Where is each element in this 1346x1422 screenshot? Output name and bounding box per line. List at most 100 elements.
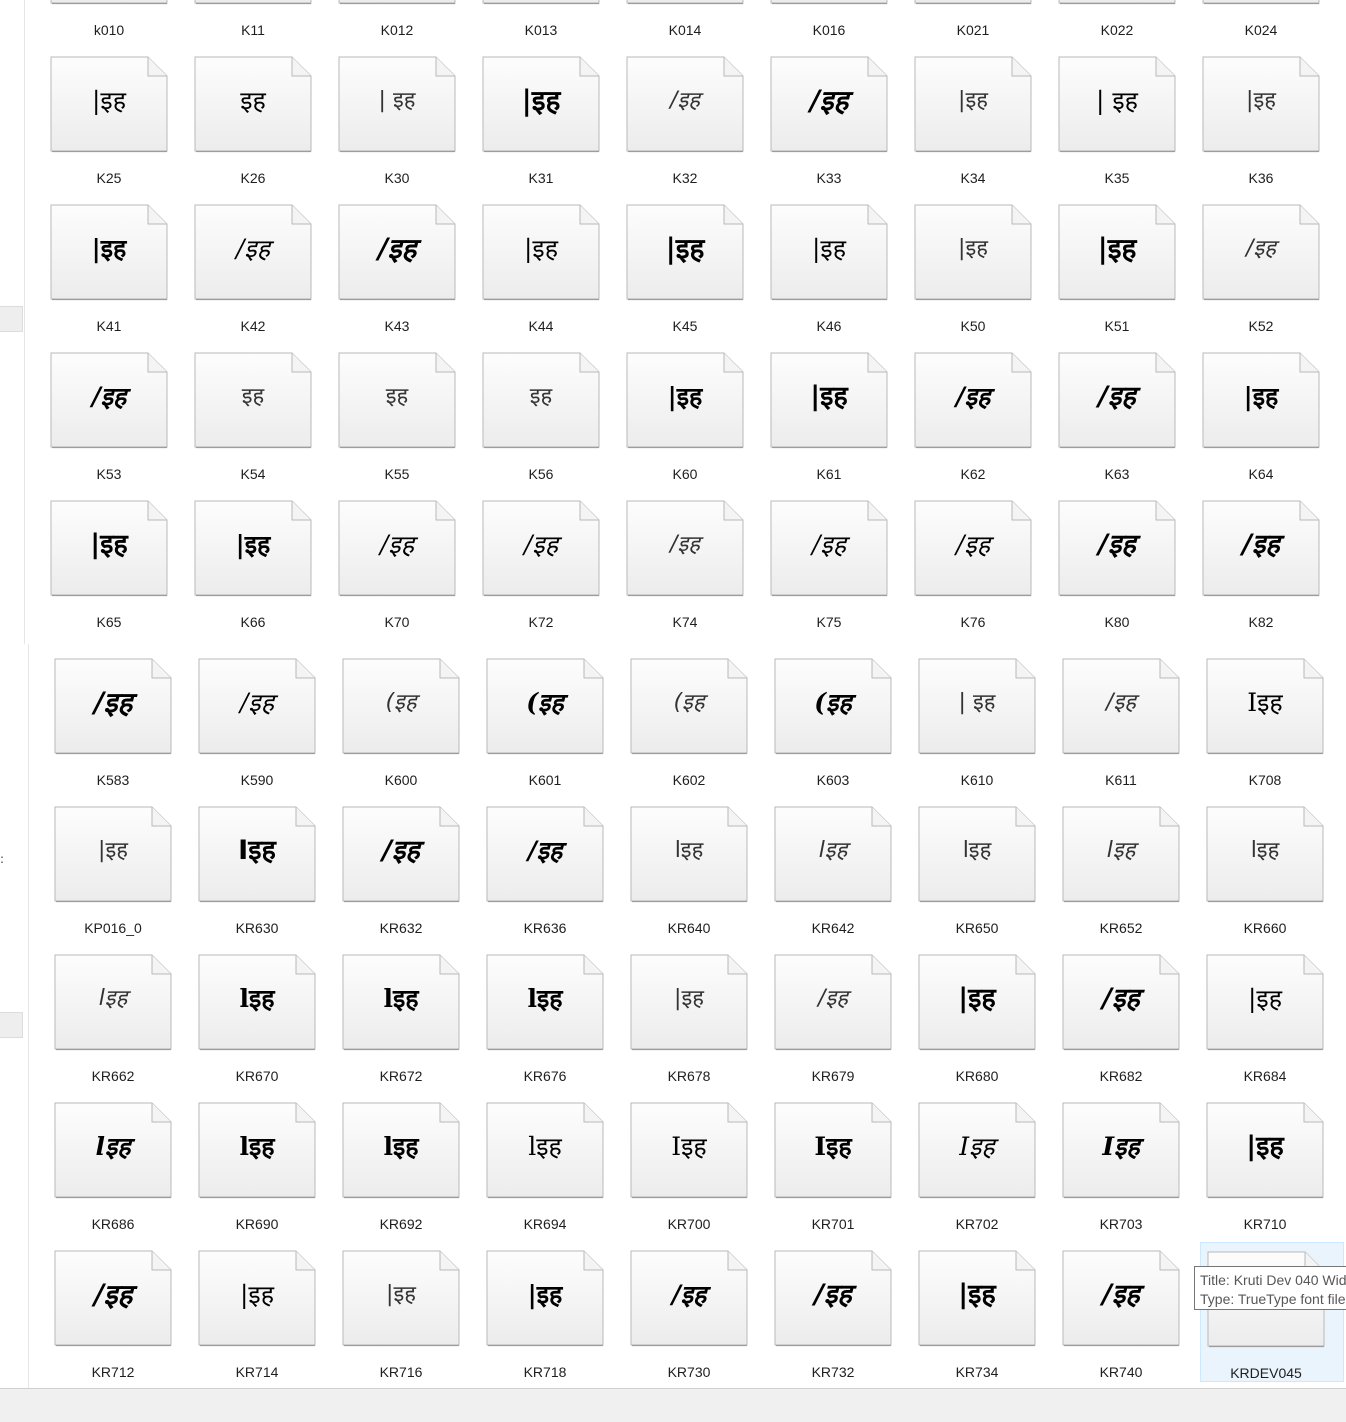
font-file-item[interactable]: /इह K33 bbox=[764, 48, 908, 188]
font-file-item[interactable]: K016 bbox=[764, 0, 908, 40]
font-file-item[interactable]: | इह K30 bbox=[332, 48, 476, 188]
font-file-item[interactable]: | इह K35 bbox=[1052, 48, 1196, 188]
font-file-item[interactable]: इह K54 bbox=[188, 344, 332, 484]
font-file-item[interactable]: इह K55 bbox=[332, 344, 476, 484]
font-file-item[interactable]: |इह K45 bbox=[620, 196, 764, 336]
font-file-item[interactable]: (इह K602 bbox=[624, 650, 768, 790]
font-file-item[interactable]: lइह KR692 bbox=[336, 1094, 480, 1234]
font-file-icon: /इह bbox=[54, 1250, 172, 1347]
font-file-item[interactable]: /इह K52 bbox=[1196, 196, 1340, 336]
font-file-item[interactable]: Iइह K708 bbox=[1200, 650, 1344, 790]
font-file-item[interactable]: Iइह KR703 bbox=[1056, 1094, 1200, 1234]
font-file-item[interactable]: lइह KR650 bbox=[912, 798, 1056, 938]
file-name-label: K33 bbox=[816, 170, 842, 186]
font-file-item[interactable]: |इह K66 bbox=[188, 492, 332, 632]
font-file-item[interactable]: /इह K70 bbox=[332, 492, 476, 632]
font-file-item[interactable]: k010 bbox=[44, 0, 188, 40]
font-file-item[interactable]: /इह KR679 bbox=[768, 946, 912, 1086]
font-file-item[interactable]: /इह K583 bbox=[48, 650, 192, 790]
font-file-item[interactable]: lइह KR660 bbox=[1200, 798, 1344, 938]
font-file-item[interactable]: lइह KR652 bbox=[1056, 798, 1200, 938]
font-file-item[interactable]: /इह K62 bbox=[908, 344, 1052, 484]
font-file-item[interactable]: /इह K75 bbox=[764, 492, 908, 632]
font-file-item[interactable]: /इह K590 bbox=[192, 650, 336, 790]
font-file-item[interactable]: /इह KR636 bbox=[480, 798, 624, 938]
font-file-item[interactable]: | इह K610 bbox=[912, 650, 1056, 790]
font-file-item[interactable]: |इह K64 bbox=[1196, 344, 1340, 484]
font-file-item[interactable]: K022 bbox=[1052, 0, 1196, 40]
font-file-item[interactable]: K024 bbox=[1196, 0, 1340, 40]
font-file-item[interactable]: K013 bbox=[476, 0, 620, 40]
font-file-item[interactable]: lइह KR672 bbox=[336, 946, 480, 1086]
font-file-item[interactable]: lइह KR690 bbox=[192, 1094, 336, 1234]
font-file-item[interactable]: lइह KR640 bbox=[624, 798, 768, 938]
font-file-item[interactable]: |इह KR716 bbox=[336, 1242, 480, 1382]
font-file-item[interactable]: /इह K611 bbox=[1056, 650, 1200, 790]
font-file-item[interactable]: /इह K74 bbox=[620, 492, 764, 632]
font-file-item[interactable]: /इह K32 bbox=[620, 48, 764, 188]
font-file-item[interactable]: |इह K65 bbox=[44, 492, 188, 632]
font-file-item[interactable]: |इह KR680 bbox=[912, 946, 1056, 1086]
font-file-item[interactable]: lइह KR686 bbox=[48, 1094, 192, 1234]
font-file-item[interactable]: K11 bbox=[188, 0, 332, 40]
font-file-item[interactable]: |इह KR714 bbox=[192, 1242, 336, 1382]
font-file-item[interactable]: |इह KR718 bbox=[480, 1242, 624, 1382]
font-file-icon: | इह bbox=[1058, 56, 1176, 153]
font-file-item[interactable]: /इह K42 bbox=[188, 196, 332, 336]
font-file-item[interactable]: |इह KR678 bbox=[624, 946, 768, 1086]
font-file-item[interactable]: /इह K76 bbox=[908, 492, 1052, 632]
font-file-item[interactable]: इह K26 bbox=[188, 48, 332, 188]
font-file-item[interactable]: |इह KR734 bbox=[912, 1242, 1056, 1382]
font-file-item[interactable]: |इह K50 bbox=[908, 196, 1052, 336]
font-file-item[interactable]: (इह K601 bbox=[480, 650, 624, 790]
file-name-label: K35 bbox=[1104, 170, 1130, 186]
font-file-item[interactable]: Iइह KR701 bbox=[768, 1094, 912, 1234]
font-file-item[interactable]: |इह K41 bbox=[44, 196, 188, 336]
font-preview-glyph: /इह bbox=[670, 88, 700, 113]
font-file-item[interactable]: |इह K36 bbox=[1196, 48, 1340, 188]
font-file-item[interactable]: /इह K63 bbox=[1052, 344, 1196, 484]
font-file-item[interactable]: K021 bbox=[908, 0, 1052, 40]
font-file-item[interactable]: |इह K34 bbox=[908, 48, 1052, 188]
font-file-item[interactable]: lइह KR676 bbox=[480, 946, 624, 1086]
font-file-item[interactable]: /इह K43 bbox=[332, 196, 476, 336]
font-file-icon: lइह bbox=[54, 954, 172, 1051]
font-file-item[interactable]: /इह KR682 bbox=[1056, 946, 1200, 1086]
font-file-item[interactable]: lइह KR694 bbox=[480, 1094, 624, 1234]
file-name-label: KR690 bbox=[235, 1216, 279, 1232]
font-file-item[interactable]: |इह K51 bbox=[1052, 196, 1196, 336]
font-file-item[interactable]: /इह K80 bbox=[1052, 492, 1196, 632]
font-file-item[interactable]: /इह K72 bbox=[476, 492, 620, 632]
font-file-item[interactable]: /इह KR740 bbox=[1056, 1242, 1200, 1382]
font-file-item[interactable]: lइह KR642 bbox=[768, 798, 912, 938]
font-file-item[interactable]: |इह K25 bbox=[44, 48, 188, 188]
file-name-label: KR652 bbox=[1099, 920, 1143, 936]
font-file-item[interactable]: |इह K61 bbox=[764, 344, 908, 484]
font-file-item[interactable]: /इह K82 bbox=[1196, 492, 1340, 632]
font-file-item[interactable]: /इह K53 bbox=[44, 344, 188, 484]
font-file-item[interactable]: lइह KR662 bbox=[48, 946, 192, 1086]
font-file-item[interactable]: /इह KR632 bbox=[336, 798, 480, 938]
font-file-item[interactable]: इह K56 bbox=[476, 344, 620, 484]
font-file-item[interactable]: /इहKRDEV045 bbox=[1200, 1242, 1344, 1382]
font-file-item[interactable]: |इह KR710 bbox=[1200, 1094, 1344, 1234]
file-name-label: K600 bbox=[384, 772, 418, 788]
font-file-item[interactable]: lइह KR670 bbox=[192, 946, 336, 1086]
file-tooltip: Title: Kruti Dev 040 Wide Type: TrueType… bbox=[1194, 1266, 1346, 1310]
font-file-item[interactable]: Iइह KR700 bbox=[624, 1094, 768, 1234]
font-file-item[interactable]: |इह KP016_0 bbox=[48, 798, 192, 938]
font-file-item[interactable]: |इह K46 bbox=[764, 196, 908, 336]
font-file-item[interactable]: K012 bbox=[332, 0, 476, 40]
font-file-item[interactable]: |इह K44 bbox=[476, 196, 620, 336]
font-file-item[interactable]: /इह KR732 bbox=[768, 1242, 912, 1382]
font-file-item[interactable]: |इह K31 bbox=[476, 48, 620, 188]
font-file-item[interactable]: |इह KR684 bbox=[1200, 946, 1344, 1086]
font-file-item[interactable]: /इह KR730 bbox=[624, 1242, 768, 1382]
font-file-item[interactable]: |इह K60 bbox=[620, 344, 764, 484]
font-file-item[interactable]: (इह K603 bbox=[768, 650, 912, 790]
font-file-item[interactable]: Iइह KR702 bbox=[912, 1094, 1056, 1234]
font-file-item[interactable]: Iइह KR630 bbox=[192, 798, 336, 938]
font-file-item[interactable]: K014 bbox=[620, 0, 764, 40]
font-file-item[interactable]: (इह K600 bbox=[336, 650, 480, 790]
font-file-item[interactable]: /इह KR712 bbox=[48, 1242, 192, 1382]
